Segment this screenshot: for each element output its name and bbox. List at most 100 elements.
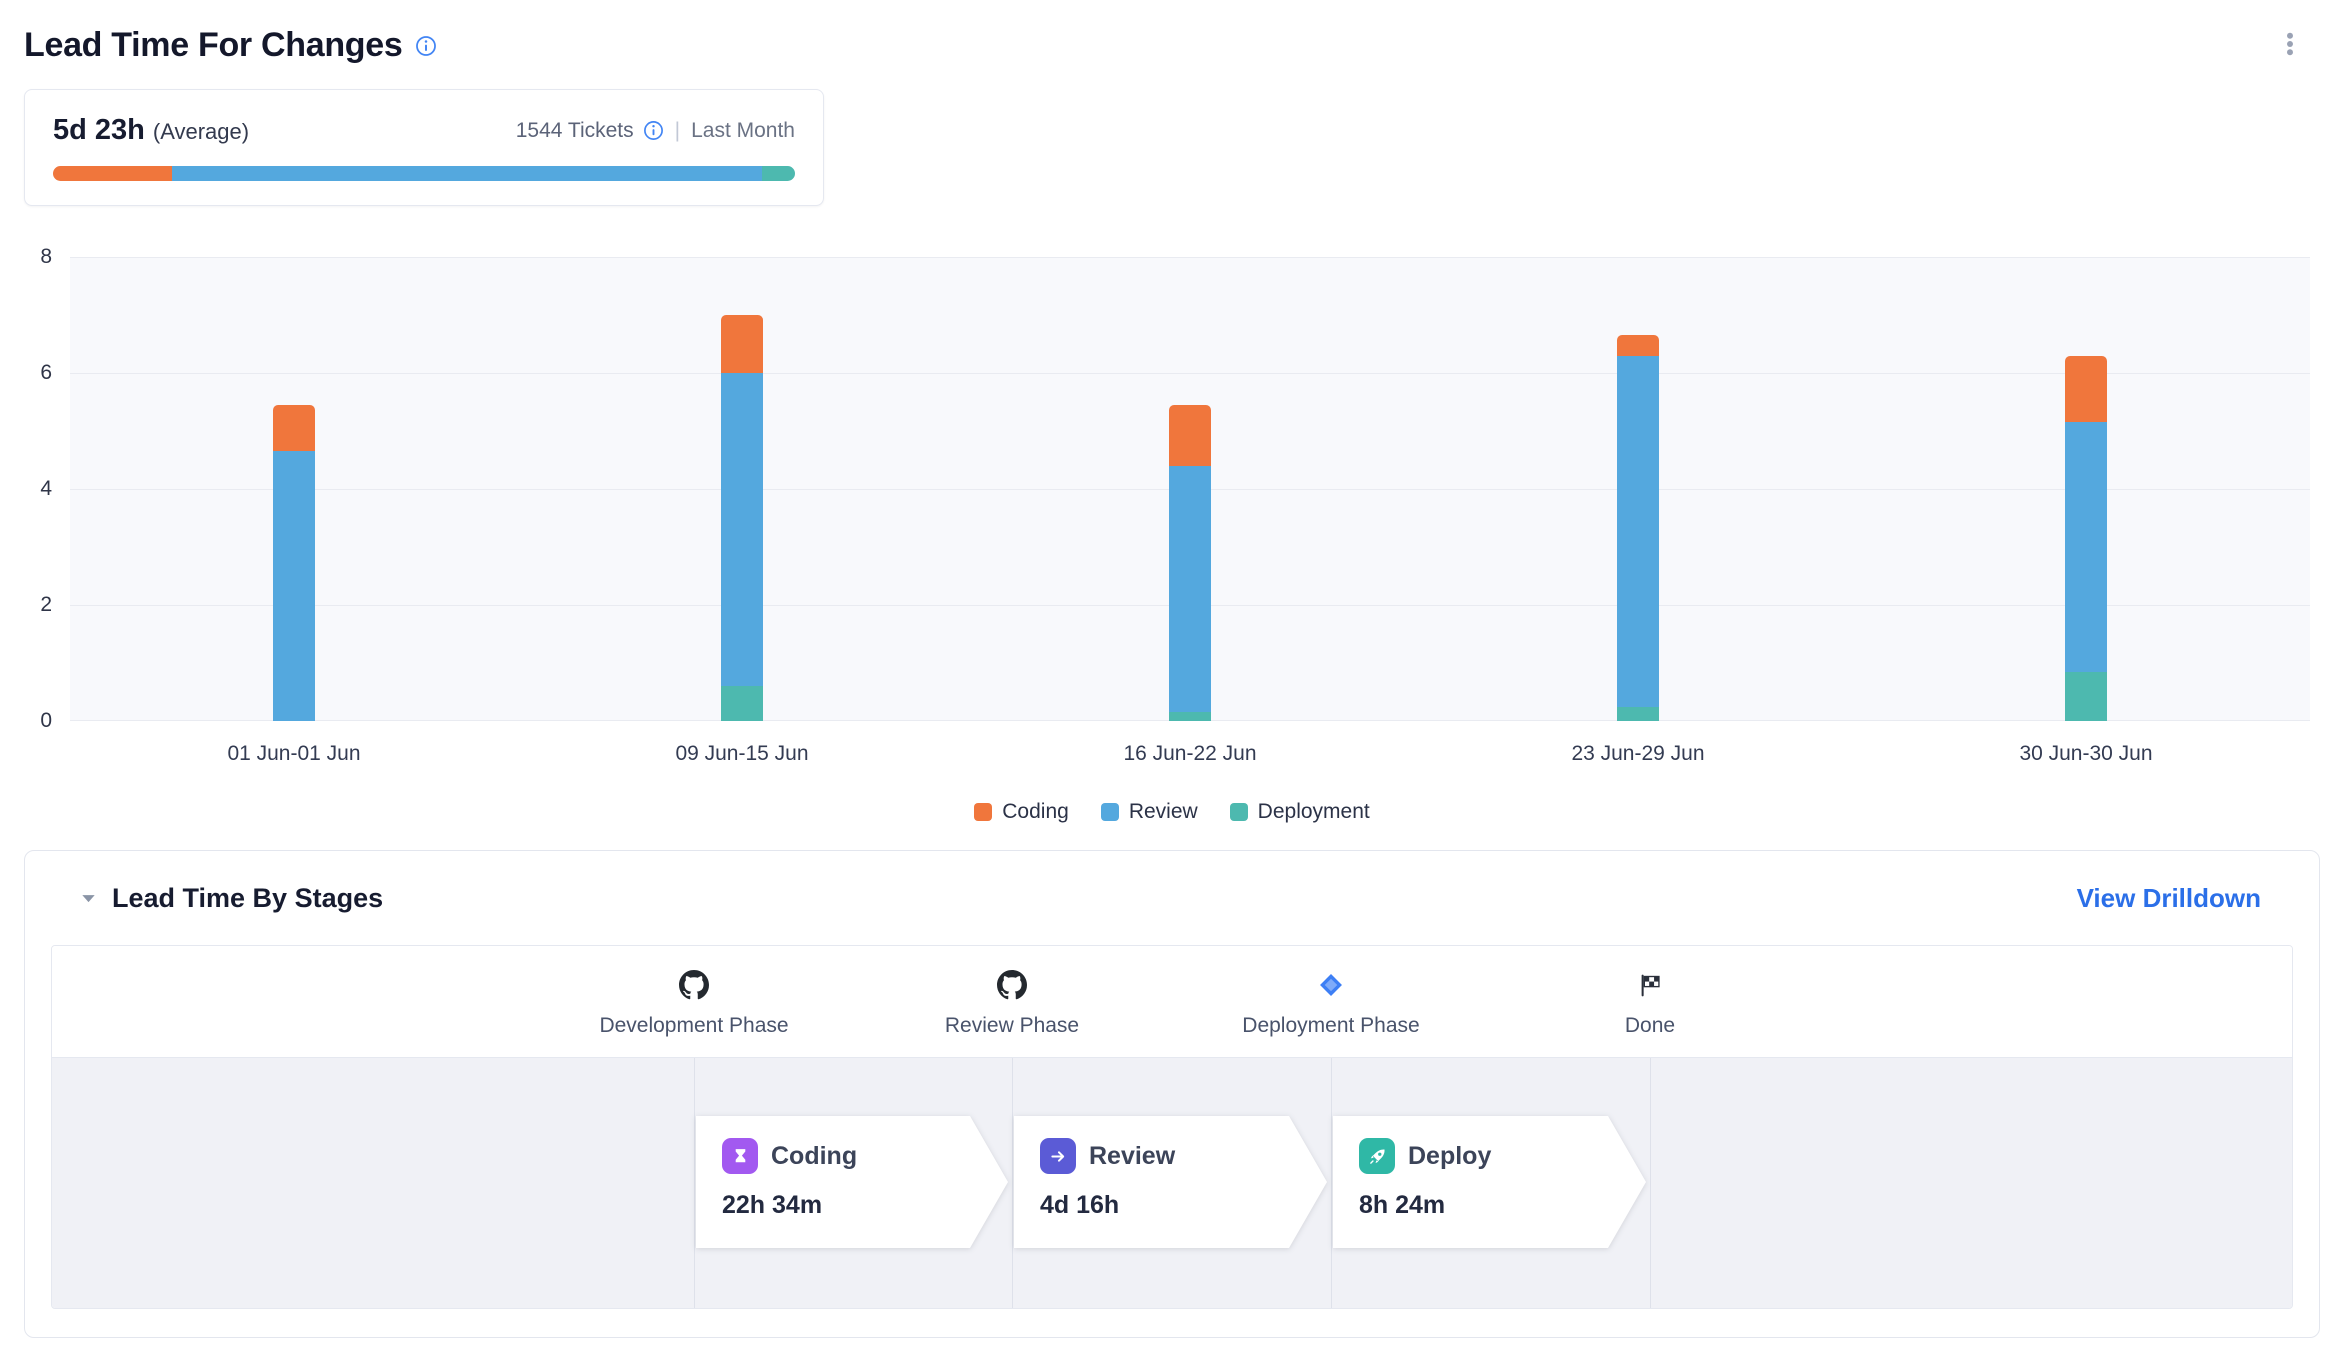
legend-item-review[interactable]: Review xyxy=(1101,800,1198,824)
github-icon xyxy=(862,968,1162,1002)
kebab-menu-icon[interactable] xyxy=(2272,26,2308,67)
average-lead-time: 5d 23h (Average) xyxy=(53,114,249,147)
stage-card-shape: Coding 22h 34m xyxy=(696,1116,1008,1248)
phase-label: Deployment Phase xyxy=(1181,1014,1481,1038)
stage-name: Review xyxy=(1089,1142,1175,1171)
period-label: Last Month xyxy=(691,119,795,143)
legend-item-deployment[interactable]: Deployment xyxy=(1230,800,1370,824)
column-divider xyxy=(694,1058,695,1308)
bar-segment-review xyxy=(2065,422,2107,671)
x-axis-label: 01 Jun-01 Jun xyxy=(70,742,518,766)
distribution-segment-review xyxy=(172,166,762,181)
phase-deployment-phase: Deployment Phase xyxy=(1181,968,1481,1038)
tickets-info-icon[interactable] xyxy=(643,120,664,141)
collapse-caret-icon[interactable] xyxy=(79,889,98,908)
x-axis-label: 23 Jun-29 Jun xyxy=(1414,742,1862,766)
column-divider xyxy=(1650,1058,1651,1308)
x-axis-label: 16 Jun-22 Jun xyxy=(966,742,1414,766)
distribution-segment-coding xyxy=(53,166,172,181)
stage-card-deploy[interactable]: Deploy 8h 24m xyxy=(1333,1116,1646,1248)
bar-16-jun-22-jun[interactable] xyxy=(1169,405,1211,721)
distribution-segment-deployment xyxy=(762,166,795,181)
rocket-icon xyxy=(1359,1138,1395,1174)
summary-top-row: 5d 23h (Average) 1544 Tickets | Last Mon… xyxy=(53,114,795,147)
phases-header-row: Development Phase Review Phase Deployment … xyxy=(52,946,2292,1058)
phase-development-phase: Development Phase xyxy=(544,968,844,1038)
stage-name: Coding xyxy=(771,1142,857,1171)
stage-duration: 8h 24m xyxy=(1359,1191,1646,1220)
view-drilldown-link[interactable]: View Drilldown xyxy=(2077,883,2261,914)
info-icon[interactable] xyxy=(415,35,437,57)
bar-segment-deployment xyxy=(721,686,763,721)
bar-segment-coding xyxy=(2065,356,2107,423)
legend-label: Deployment xyxy=(1258,800,1370,824)
summary-card: 5d 23h (Average) 1544 Tickets | Last Mon… xyxy=(24,89,824,206)
lead-time-chart: Coding Review Deployment 0 2 4 6 8 01 Jun-01 Ju… xyxy=(0,242,2344,842)
phase-label: Development Phase xyxy=(544,1014,844,1038)
chart-plot-area xyxy=(70,257,2310,721)
legend-swatch xyxy=(974,803,992,821)
title-row: Lead Time For Changes xyxy=(24,26,437,65)
stage-card-header: Review xyxy=(1040,1138,1327,1174)
bar-segment-deployment xyxy=(1617,707,1659,722)
chart-legend: Coding Review Deployment xyxy=(0,800,2344,824)
bar-23-jun-29-jun[interactable] xyxy=(1617,335,1659,721)
y-axis-label: 0 xyxy=(0,708,52,734)
y-axis-label: 8 xyxy=(0,244,52,270)
separator: | xyxy=(675,119,680,143)
summary-meta: 1544 Tickets | Last Month xyxy=(516,119,795,143)
bar-segment-review xyxy=(721,373,763,686)
stages-panel: Lead Time By Stages View Drilldown Devel… xyxy=(24,850,2320,1338)
bar-01-jun-01-jun[interactable] xyxy=(273,405,315,721)
stage-card-shape: Deploy 8h 24m xyxy=(1333,1116,1646,1248)
x-axis-label: 30 Jun-30 Jun xyxy=(1862,742,2310,766)
stage-card-header: Deploy xyxy=(1359,1138,1646,1174)
stages-title: Lead Time By Stages xyxy=(112,883,383,914)
bar-segment-review xyxy=(1169,466,1211,713)
phase-label: Done xyxy=(1500,1014,1800,1038)
phase-label: Review Phase xyxy=(862,1014,1162,1038)
lead-time-distribution-bar xyxy=(53,166,795,181)
column-divider xyxy=(1012,1058,1013,1308)
page-header: Lead Time For Changes xyxy=(0,0,2344,67)
bar-segment-coding xyxy=(721,315,763,373)
bar-segment-coding xyxy=(273,405,315,451)
bar-segment-deployment xyxy=(1169,712,1211,721)
stage-card-coding[interactable]: Coding 22h 34m xyxy=(696,1116,1008,1248)
bar-segment-coding xyxy=(1617,335,1659,355)
bar-30-jun-30-jun[interactable] xyxy=(2065,356,2107,721)
phase-done: Done xyxy=(1500,968,1800,1038)
legend-label: Coding xyxy=(1002,800,1069,824)
stage-duration: 4d 16h xyxy=(1040,1191,1327,1220)
stages-table: Development Phase Review Phase Deployment … xyxy=(51,945,2293,1309)
phase-review-phase: Review Phase xyxy=(862,968,1162,1038)
column-divider xyxy=(1331,1058,1332,1308)
hourglass-icon xyxy=(722,1138,758,1174)
legend-item-coding[interactable]: Coding xyxy=(974,800,1069,824)
stage-card-header: Coding xyxy=(722,1138,1008,1174)
arrow-right-icon xyxy=(1040,1138,1076,1174)
gridline xyxy=(70,257,2310,258)
legend-swatch xyxy=(1101,803,1119,821)
legend-swatch xyxy=(1230,803,1248,821)
checkered-flag-icon xyxy=(1500,968,1800,1002)
bar-segment-deployment xyxy=(2065,672,2107,721)
y-axis-label: 6 xyxy=(0,360,52,386)
stages-body: Coding 22h 34m Review 4d 16h Deploy 8h 24m xyxy=(52,1058,2292,1308)
bar-09-jun-15-jun[interactable] xyxy=(721,315,763,721)
y-axis-label: 2 xyxy=(0,592,52,618)
y-axis-label: 4 xyxy=(0,476,52,502)
stage-card-review[interactable]: Review 4d 16h xyxy=(1014,1116,1327,1248)
stage-name: Deploy xyxy=(1408,1142,1491,1171)
stages-panel-header: Lead Time By Stages View Drilldown xyxy=(25,851,2319,915)
bar-segment-review xyxy=(273,451,315,721)
stage-duration: 22h 34m xyxy=(722,1191,1008,1220)
page-title: Lead Time For Changes xyxy=(24,26,403,65)
diamond-icon xyxy=(1181,968,1481,1002)
average-value: 5d 23h xyxy=(53,114,145,147)
gridline xyxy=(70,373,2310,374)
lead-time-dashboard: Lead Time For Changes 5d 23h (Average) 1… xyxy=(0,0,2344,1352)
stage-card-shape: Review 4d 16h xyxy=(1014,1116,1327,1248)
github-icon xyxy=(544,968,844,1002)
tickets-count: 1544 Tickets xyxy=(516,119,634,143)
